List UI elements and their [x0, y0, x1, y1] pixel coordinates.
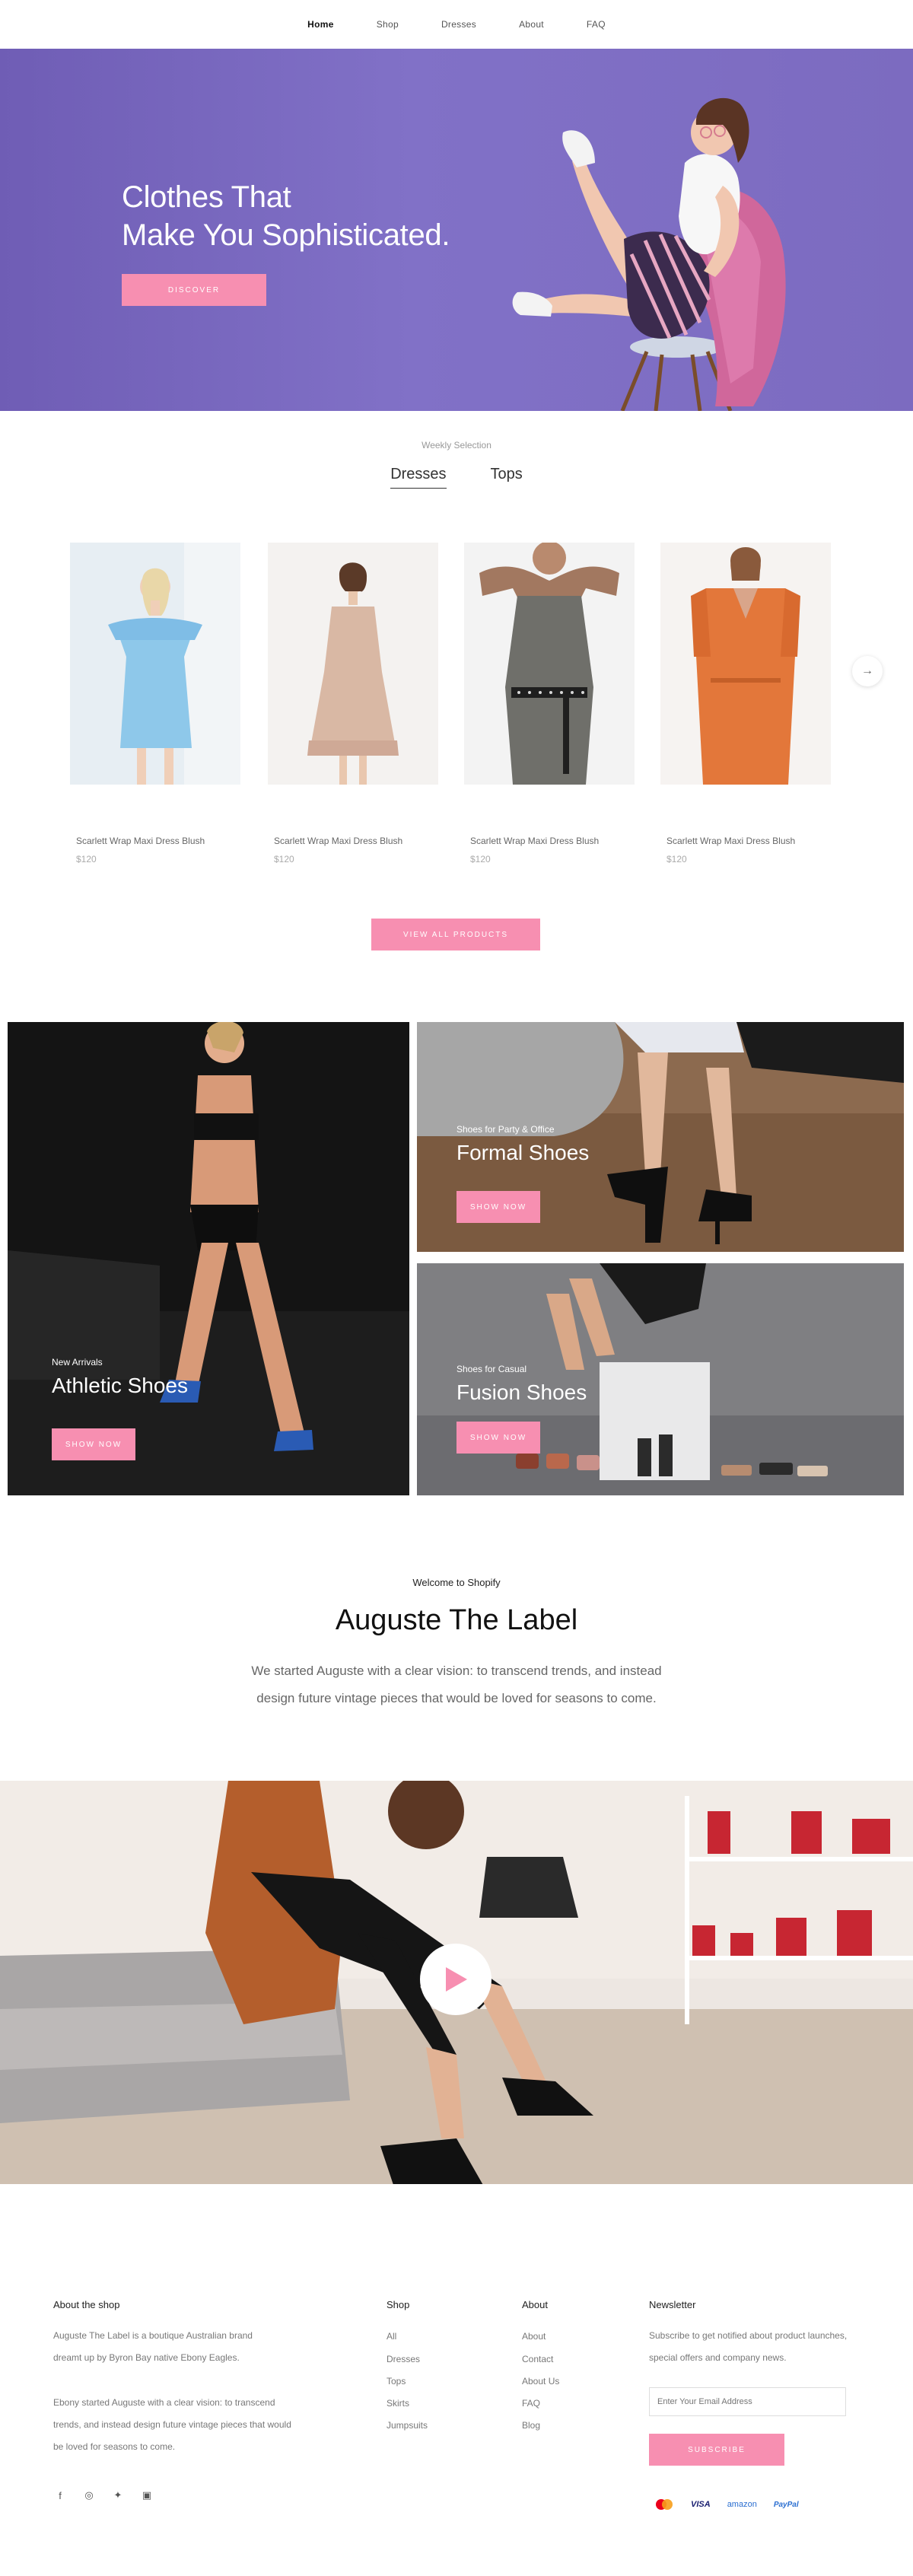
product-card[interactable]: Scarlett Wrap Maxi Dress Blush $120	[268, 543, 438, 865]
nav-shop[interactable]: Shop	[377, 19, 399, 30]
visa-icon: VISA	[691, 2500, 711, 2509]
fusion-banner-image	[417, 1263, 904, 1495]
product-image	[70, 543, 240, 785]
footer-link-all[interactable]: All	[387, 2331, 396, 2342]
banner-title: Fusion Shoes	[456, 1380, 587, 1404]
product-price: $120	[470, 854, 491, 865]
nav-dresses[interactable]: Dresses	[441, 19, 476, 30]
product-image	[464, 541, 635, 785]
product-carousel: Scarlett Wrap Maxi Dress Blush $120 Scar…	[70, 541, 838, 877]
product-card[interactable]: Scarlett Wrap Maxi Dress Blush $120	[70, 543, 240, 865]
carousel-next-button[interactable]: →	[852, 656, 883, 686]
product-tabs: Dresses Tops	[0, 466, 913, 489]
footer-about-col-heading: About	[522, 2299, 548, 2310]
tab-dresses[interactable]: Dresses	[390, 466, 447, 489]
discover-button[interactable]: DISCOVER	[122, 274, 266, 306]
brand-description: We started Auguste with a clear vision: …	[251, 1664, 662, 1705]
play-icon	[446, 1967, 467, 1992]
footer-link-blog[interactable]: Blog	[522, 2420, 540, 2431]
amazon-icon: amazon	[727, 2500, 757, 2509]
subscribe-button[interactable]: SUBSCRIBE	[649, 2434, 784, 2466]
footer-about-text-2: Ebony started Auguste with a clear visio…	[53, 2397, 291, 2452]
banner-athletic-shoes[interactable]: New Arrivals Athletic Shoes Show Now	[8, 1022, 409, 1495]
view-all-products-button[interactable]: VIEW ALL PRODUCTS	[371, 919, 540, 950]
tab-tops[interactable]: Tops	[491, 466, 523, 489]
product-image	[268, 543, 438, 785]
banner-subtitle: Shoes for Casual	[456, 1364, 527, 1374]
mastercard-icon	[656, 2499, 673, 2510]
product-name[interactable]: Scarlett Wrap Maxi Dress Blush	[464, 836, 635, 846]
footer-link-jumpsuits[interactable]: Jumpsuits	[387, 2420, 428, 2431]
newsletter-text: Subscribe to get notified about product …	[649, 2330, 848, 2363]
social-links: f ◎ ✦ ▣	[53, 2488, 154, 2502]
footer-link-dresses[interactable]: Dresses	[387, 2354, 420, 2364]
play-video-button[interactable]	[420, 1944, 491, 2015]
arrow-right-icon: →	[861, 664, 873, 677]
show-now-button[interactable]: Show Now	[52, 1428, 135, 1460]
product-image	[660, 543, 831, 785]
show-now-button[interactable]: Show Now	[456, 1191, 540, 1223]
facebook-icon[interactable]: f	[53, 2488, 67, 2502]
weekly-selection-label: Weekly Selection	[422, 440, 491, 451]
banner-title: Formal Shoes	[456, 1141, 590, 1164]
main-nav: Home Shop Dresses About FAQ	[0, 0, 913, 49]
banner-formal-shoes[interactable]: Shoes for Party & Office Formal Shoes Sh…	[417, 1022, 904, 1252]
product-price: $120	[274, 854, 294, 865]
athletic-banner-image	[8, 1022, 409, 1495]
banner-subtitle: Shoes for Party & Office	[456, 1124, 555, 1135]
banner-subtitle: New Arrivals	[52, 1357, 103, 1368]
footer-link-skirts[interactable]: Skirts	[387, 2398, 409, 2409]
footer-shop-heading: Shop	[387, 2299, 410, 2310]
footer-about-heading: About the shop	[53, 2299, 120, 2310]
footer-link-tops[interactable]: Tops	[387, 2376, 406, 2387]
hero-model-image	[512, 97, 786, 411]
twitter-icon[interactable]: ✦	[111, 2488, 125, 2502]
footer-link-about[interactable]: About	[522, 2331, 546, 2342]
nav-faq[interactable]: FAQ	[587, 19, 606, 30]
nav-about[interactable]: About	[519, 19, 544, 30]
banner-title: Athletic Shoes	[52, 1374, 188, 1397]
newsletter-email-input[interactable]	[649, 2387, 846, 2416]
show-now-button[interactable]: Show Now	[456, 1422, 540, 1454]
product-card[interactable]: Scarlett Wrap Maxi Dress Blush $120	[464, 541, 635, 865]
footer-about-text-1: Auguste The Label is a boutique Australi…	[53, 2330, 253, 2363]
nav-home[interactable]: Home	[307, 19, 334, 30]
paypal-icon: PayPal	[773, 2500, 799, 2509]
hero-banner: Clothes That Make You Sophisticated. DIS…	[0, 49, 913, 411]
instagram-icon[interactable]: ◎	[82, 2488, 96, 2502]
brand-title: Auguste The Label	[335, 1604, 578, 1636]
product-price: $120	[76, 854, 97, 865]
banner-fusion-shoes[interactable]: Shoes for Casual Fusion Shoes Show Now	[417, 1263, 904, 1495]
product-name[interactable]: Scarlett Wrap Maxi Dress Blush	[70, 836, 240, 846]
linkedin-icon[interactable]: ▣	[140, 2488, 154, 2502]
footer-newsletter-heading: Newsletter	[649, 2299, 696, 2310]
footer-link-faq[interactable]: FAQ	[522, 2398, 540, 2409]
payment-methods: VISA amazon PayPal	[654, 2498, 799, 2511]
welcome-label: Welcome to Shopify	[412, 1577, 501, 1588]
product-price: $120	[666, 854, 687, 865]
product-name[interactable]: Scarlett Wrap Maxi Dress Blush	[660, 836, 831, 846]
footer-link-about-us[interactable]: About Us	[522, 2376, 559, 2387]
footer-link-contact[interactable]: Contact	[522, 2354, 553, 2364]
product-card[interactable]: Scarlett Wrap Maxi Dress Blush $120	[660, 543, 831, 865]
product-name[interactable]: Scarlett Wrap Maxi Dress Blush	[268, 836, 438, 846]
